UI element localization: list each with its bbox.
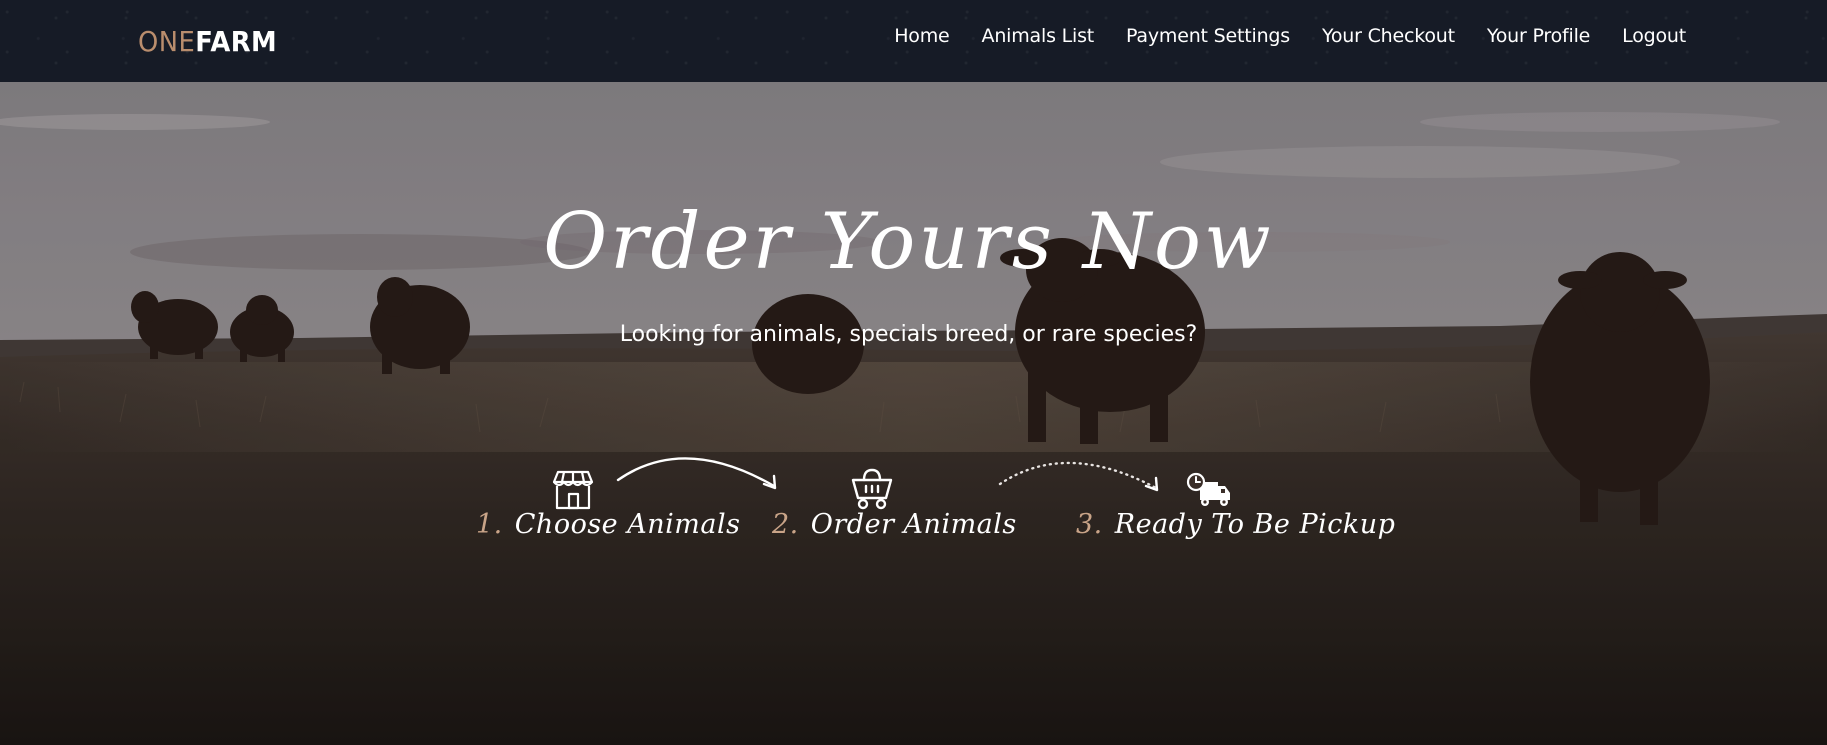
nav-payment-settings[interactable]: Payment Settings <box>1126 22 1290 50</box>
hero-title: Order Yours Now <box>543 197 1274 287</box>
hero-section: Order Yours Now Looking for animals, spe… <box>0 82 1827 745</box>
step-label-text: Order Animals <box>810 509 1017 540</box>
hero-background-image <box>0 82 1827 745</box>
logo[interactable]: ONEFARM <box>138 22 277 62</box>
nav-animals-list[interactable]: Animals List <box>982 22 1095 50</box>
logo-text-one: ONE <box>138 25 196 58</box>
nav-home[interactable]: Home <box>894 22 950 50</box>
step-choose-animals: 1. Choose Animals <box>476 507 740 543</box>
step-number: 3. <box>1076 509 1103 540</box>
nav-logout[interactable]: Logout <box>1622 22 1686 50</box>
nav-your-profile[interactable]: Your Profile <box>1487 22 1590 50</box>
step-number: 2. <box>772 509 799 540</box>
page: ONEFARM Home Animals List Payment Settin… <box>0 0 1827 745</box>
step-label-text: Choose Animals <box>514 509 741 540</box>
hero-subtitle: Looking for animals, specials breed, or … <box>619 322 1198 347</box>
step-ready-to-be-pickup: 3. Ready To Be Pickup <box>1076 507 1395 543</box>
logo-text-farm: FARM <box>195 25 278 58</box>
nav-your-checkout[interactable]: Your Checkout <box>1322 22 1455 50</box>
delivery-truck-icon <box>1186 472 1230 506</box>
arrow-icon <box>616 457 777 490</box>
shop-icon <box>552 470 594 510</box>
main-nav: Home Animals List Payment Settings Your … <box>862 22 1686 50</box>
step-number: 1. <box>476 509 503 540</box>
arrow-dotted-icon <box>998 461 1159 492</box>
navbar: ONEFARM Home Animals List Payment Settin… <box>0 0 1827 82</box>
cart-icon <box>851 468 893 510</box>
step-order-animals: 2. Order Animals <box>772 507 1017 543</box>
step-label-text: Ready To Be Pickup <box>1114 509 1396 540</box>
